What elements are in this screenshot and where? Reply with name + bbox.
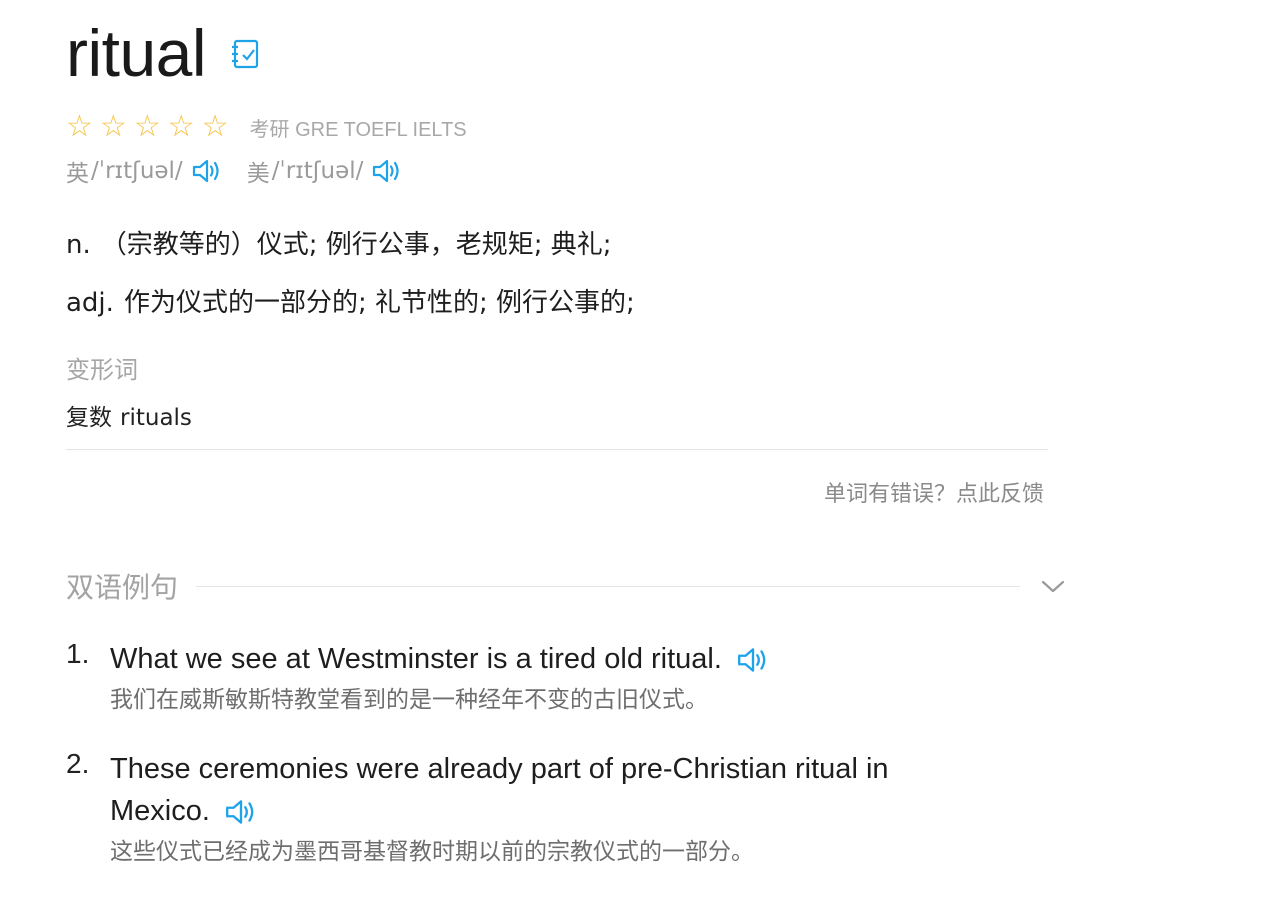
definition-noun: n. （宗教等的）仪式; 例行公事，老规矩; 典礼;: [66, 224, 612, 261]
phonetic-row: 英 /ˈrɪtʃuəl/ 美 /ˈrɪtʃuəl/: [66, 154, 427, 188]
speaker-icon[interactable]: [736, 645, 770, 675]
word-title: ritual: [66, 16, 207, 90]
star-icon: ☆: [133, 109, 161, 144]
example-english-text: What we see at Westminster is a tired ol…: [110, 643, 722, 675]
part-of-speech: n.: [66, 230, 91, 260]
phonetic-ipa: /ˈrɪtʃuəl/: [91, 158, 183, 184]
section-title: 双语例句: [66, 571, 179, 604]
add-to-wordbook-icon[interactable]: [230, 38, 262, 74]
inflection-item: 复数 rituals: [66, 398, 192, 432]
inflection-word: rituals: [120, 405, 192, 431]
example-english: These ceremonies were already part of pr…: [110, 748, 970, 832]
speaker-icon[interactable]: [371, 157, 403, 185]
exam-tags: 考研 GRE TOEFL IELTS: [249, 118, 467, 141]
example-body: These ceremonies were already part of pr…: [110, 748, 970, 868]
section-divider: [196, 585, 1020, 587]
star-icon: ☆: [99, 109, 127, 144]
inflections-label: 变形词: [66, 356, 138, 384]
rating-row: ☆ ☆ ☆ ☆ ☆ 考研 GRE TOEFL IELTS: [66, 110, 467, 144]
phonetic-region: 美: [246, 161, 270, 187]
feedback-link[interactable]: 单词有错误？点此反馈: [824, 476, 1044, 508]
star-icon: ☆: [201, 109, 229, 144]
inflection-type: 复数: [66, 405, 112, 431]
definition-text: 作为仪式的一部分的; 礼节性的; 例行公事的;: [123, 288, 635, 318]
example-number: 2.: [66, 748, 90, 779]
example-chinese: 我们在威斯敏斯特教堂看到的是一种经年不变的古旧仪式。: [110, 687, 708, 713]
star-icon: ☆: [167, 109, 195, 144]
example-number: 1.: [66, 638, 90, 669]
example-chinese: 这些仪式已经成为墨西哥基督教时期以前的宗教仪式的一部分。: [110, 839, 754, 865]
phonetic-ipa: /ˈrɪtʃuəl/: [271, 158, 364, 184]
word-header: ritual: [66, 14, 262, 92]
speaker-icon[interactable]: [224, 797, 258, 827]
chevron-down-icon[interactable]: [1040, 578, 1066, 594]
speaker-icon[interactable]: [191, 157, 223, 185]
example-body: What we see at Westminster is a tired ol…: [110, 638, 970, 716]
phonetic-region: 英: [66, 161, 89, 187]
phonetic-us: 美 /ˈrɪtʃuəl/: [247, 154, 404, 188]
example-english: What we see at Westminster is a tired ol…: [110, 638, 970, 680]
definition-adjective: adj. 作为仪式的一部分的; 礼节性的; 例行公事的;: [66, 282, 635, 319]
part-of-speech: adj.: [66, 288, 114, 318]
phonetic-uk: 英 /ˈrɪtʃuəl/: [66, 154, 223, 188]
definition-text: （宗教等的）仪式; 例行公事，老规矩; 典礼;: [100, 230, 612, 260]
star-icon: ☆: [66, 109, 93, 144]
divider: [66, 449, 1048, 450]
examples-section-header: 双语例句: [66, 566, 1066, 606]
